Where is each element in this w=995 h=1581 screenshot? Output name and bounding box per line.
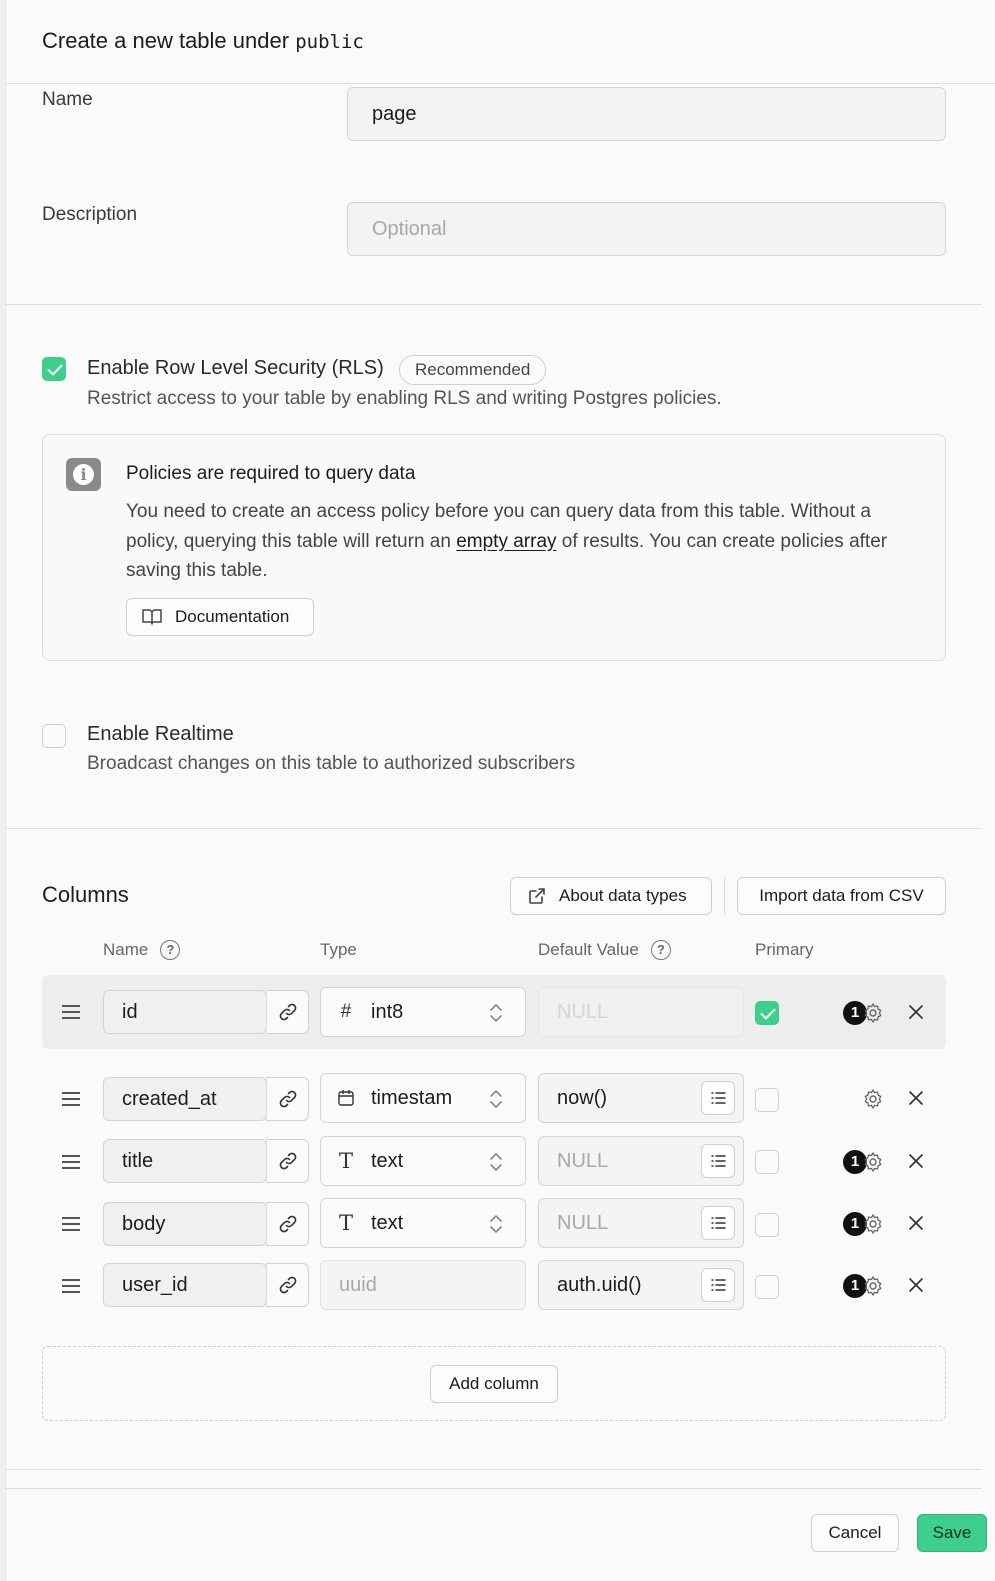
external-link-icon (529, 888, 545, 904)
drag-handle-icon[interactable] (62, 1092, 80, 1106)
remove-column-icon[interactable] (907, 1089, 925, 1107)
save-button[interactable]: Save (917, 1514, 987, 1552)
alert-body: You need to create an access policy befo… (126, 501, 888, 581)
panel-header: Create a new table under public (6, 0, 995, 84)
default-value-input: NULL (538, 987, 744, 1037)
rls-label: Enable Row Level Security (RLS) (87, 357, 384, 379)
text-type-icon: T (338, 1149, 353, 1173)
chevron-up-down-icon (490, 1153, 502, 1171)
drag-handle-icon[interactable] (62, 1217, 80, 1231)
default-value-input[interactable]: NULL (538, 1136, 744, 1186)
gear-icon[interactable] (862, 1213, 884, 1235)
about-data-types-label: About data types (559, 886, 687, 905)
add-column-button[interactable]: Add column (430, 1365, 558, 1403)
column-name-input[interactable]: title (103, 1139, 267, 1183)
gear-icon[interactable] (862, 1088, 884, 1110)
columns-title: Columns (42, 882, 129, 907)
col-header-primary: Primary (755, 940, 814, 959)
documentation-label: Documentation (175, 607, 290, 626)
column-name-input[interactable]: id (103, 990, 267, 1034)
remove-column-icon[interactable] (907, 1276, 925, 1294)
gear-icon[interactable] (862, 1275, 884, 1297)
about-data-types-button[interactable]: About data types (510, 877, 712, 915)
primary-key-checkbox[interactable] (755, 1275, 779, 1299)
text-type-icon: T (338, 1211, 353, 1235)
chevron-up-down-icon (490, 1004, 502, 1022)
primary-key-checkbox[interactable] (755, 1213, 779, 1237)
primary-key-checkbox[interactable] (755, 1150, 779, 1174)
foreign-key-link-icon[interactable] (266, 990, 309, 1034)
description-input[interactable]: Optional (347, 202, 946, 256)
remove-column-icon[interactable] (907, 1152, 925, 1170)
import-csv-button[interactable]: Import data from CSV (737, 877, 946, 915)
cancel-button[interactable]: Cancel (811, 1514, 899, 1552)
alert-title: Policies are required to query data (126, 463, 416, 484)
col-header-type: Type (320, 940, 357, 959)
default-value-input[interactable]: NULL (538, 1198, 744, 1248)
column-name-input[interactable]: created_at (103, 1077, 267, 1121)
column-name-input[interactable]: user_id (103, 1263, 267, 1307)
chevron-up-down-icon (490, 1215, 502, 1233)
divider (6, 304, 982, 305)
column-type-select[interactable]: # int8 (320, 987, 526, 1037)
description-label: Description (42, 204, 138, 225)
column-type-select: uuid (320, 1260, 526, 1310)
calendar-icon (321, 1087, 371, 1109)
panel-title: Create a new table under public (42, 28, 364, 53)
hash-icon: # (340, 1001, 352, 1022)
gear-icon[interactable] (862, 1002, 884, 1024)
column-type-select[interactable]: Ttext (320, 1136, 526, 1186)
realtime-description: Broadcast changes on this table to autho… (87, 753, 575, 774)
rls-checkbox[interactable] (42, 357, 66, 381)
documentation-button[interactable]: Documentation (126, 598, 314, 636)
foreign-key-link-icon[interactable] (266, 1263, 309, 1307)
drag-handle-icon[interactable] (62, 1155, 80, 1169)
rls-description: Restrict access to your table by enablin… (87, 388, 722, 409)
default-value-input[interactable]: auth.uid() (538, 1260, 744, 1310)
col-header-name: Name? (103, 940, 181, 960)
foreign-key-link-icon[interactable] (266, 1077, 309, 1121)
remove-column-icon[interactable] (907, 1003, 925, 1021)
default-value-input[interactable]: now() (538, 1073, 744, 1123)
left-edge (0, 0, 6, 1581)
name-label: Name (42, 89, 93, 110)
help-icon[interactable]: ? (650, 940, 671, 960)
recommended-badge: Recommended (399, 355, 547, 385)
footer-divider (6, 1488, 982, 1489)
primary-key-checkbox[interactable] (755, 1001, 779, 1025)
schema-name: public (295, 31, 364, 53)
book-icon (142, 609, 162, 625)
info-icon: i (66, 458, 101, 491)
help-icon[interactable]: ? (160, 940, 181, 960)
remove-column-icon[interactable] (907, 1214, 925, 1232)
column-type-select[interactable]: Ttext (320, 1198, 526, 1248)
drag-handle-icon[interactable] (62, 1279, 80, 1293)
column-type-select[interactable]: timestam (320, 1073, 526, 1123)
list-icon[interactable] (701, 1268, 735, 1302)
chevron-up-down-icon (490, 1090, 502, 1108)
divider (6, 828, 982, 829)
realtime-checkbox[interactable] (42, 724, 66, 748)
list-icon[interactable] (701, 1206, 735, 1240)
col-header-default: Default Value? (538, 940, 671, 960)
divider (6, 1469, 982, 1470)
primary-key-checkbox[interactable] (755, 1088, 779, 1112)
list-icon[interactable] (701, 1081, 735, 1115)
foreign-key-link-icon[interactable] (266, 1139, 309, 1183)
foreign-key-link-icon[interactable] (266, 1202, 309, 1246)
table-name-input[interactable]: page (347, 87, 946, 141)
list-icon[interactable] (701, 1144, 735, 1178)
empty-array-link[interactable]: empty array (456, 531, 556, 552)
button-separator (724, 877, 725, 915)
column-name-input[interactable]: body (103, 1202, 267, 1246)
gear-icon[interactable] (862, 1151, 884, 1173)
realtime-label: Enable Realtime (87, 723, 234, 745)
drag-handle-icon[interactable] (62, 1005, 80, 1019)
